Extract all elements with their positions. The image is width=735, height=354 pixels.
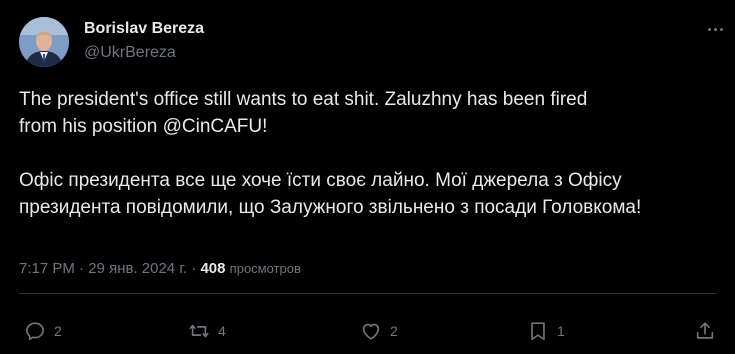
bookmark-icon bbox=[531, 322, 545, 341]
post-text-english: The president's office still wants to ea… bbox=[19, 89, 588, 137]
repost-count: 4 bbox=[218, 323, 226, 339]
post-meta: 7:17 PM · 29 янв. 2024 г. · 408 просмотр… bbox=[19, 259, 301, 279]
post-time[interactable]: 7:17 PM bbox=[19, 260, 75, 277]
reply-button[interactable]: 2 bbox=[24, 316, 62, 346]
more-icon[interactable] bbox=[705, 19, 725, 39]
post-card[interactable]: Borislav Bereza @UkrBereza The president… bbox=[0, 0, 735, 354]
like-count: 2 bbox=[390, 323, 398, 339]
avatar[interactable] bbox=[19, 17, 69, 67]
author-info: Borislav Bereza @UkrBereza bbox=[84, 19, 204, 63]
views-count: 408 bbox=[200, 260, 226, 277]
repost-button[interactable]: 4 bbox=[188, 316, 226, 346]
share-icon bbox=[696, 322, 714, 339]
action-bar: 2 4 2 1 bbox=[0, 316, 735, 346]
author-handle[interactable]: @UkrBereza bbox=[84, 43, 204, 63]
divider bbox=[19, 293, 716, 294]
post-date[interactable]: 29 янв. 2024 г. bbox=[88, 260, 187, 277]
post-text-ukrainian: Офіс президента все ще хоче їсти своє ла… bbox=[19, 170, 642, 218]
bookmark-button[interactable]: 1 bbox=[527, 316, 565, 346]
meta-separator: · bbox=[79, 260, 85, 277]
avatar-image bbox=[19, 17, 69, 67]
bookmark-count: 1 bbox=[557, 323, 565, 339]
meta-separator: · bbox=[191, 260, 197, 277]
reply-count: 2 bbox=[54, 323, 62, 339]
reply-icon bbox=[26, 322, 44, 341]
like-button[interactable]: 2 bbox=[360, 316, 398, 346]
share-button[interactable] bbox=[694, 316, 716, 346]
views-label: просмотров bbox=[229, 261, 301, 276]
repost-icon bbox=[189, 324, 209, 338]
post-text: The president's office still wants to ea… bbox=[19, 86, 719, 221]
author-name[interactable]: Borislav Bereza bbox=[84, 19, 204, 39]
heart-icon bbox=[362, 323, 380, 340]
